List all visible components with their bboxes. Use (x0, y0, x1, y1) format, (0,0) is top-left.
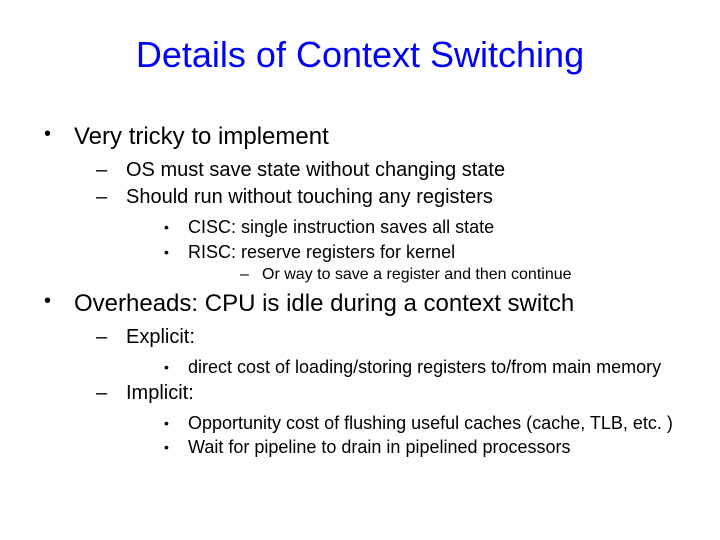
bullet-list: CISC: single instruction saves all state… (126, 216, 690, 285)
list-item: Should run without touching any register… (74, 185, 690, 285)
bullet-list: Or way to save a register and then conti… (188, 265, 690, 285)
bullet-text: Should run without touching any register… (126, 186, 493, 208)
list-item: direct cost of loading/storing registers… (126, 356, 690, 379)
list-item: Wait for pipeline to drain in pipelined … (126, 436, 690, 459)
bullet-text: CISC: single instruction saves all state (188, 217, 494, 237)
bullet-text: Overheads: CPU is idle during a context … (74, 290, 574, 317)
bullet-text: Implicit: (126, 382, 194, 404)
slide: Details of Context Switching Very tricky… (0, 0, 720, 540)
list-item: Or way to save a register and then conti… (188, 265, 690, 285)
bullet-text: Explicit: (126, 326, 195, 348)
bullet-list: Explicit: direct cost of loading/storing… (74, 325, 690, 459)
bullet-list: Opportunity cost of flushing useful cach… (126, 412, 690, 459)
bullet-text: direct cost of loading/storing registers… (188, 357, 661, 377)
list-item: CISC: single instruction saves all state (126, 216, 690, 239)
slide-title: Details of Context Switching (30, 0, 690, 86)
bullet-list: OS must save state without changing stat… (74, 158, 690, 285)
bullet-list: Very tricky to implement OS must save st… (30, 122, 690, 459)
list-item: RISC: reserve registers for kernel Or wa… (126, 241, 690, 286)
bullet-text: Opportunity cost of flushing useful cach… (188, 413, 673, 433)
bullet-text: RISC: reserve registers for kernel (188, 242, 455, 262)
list-item: Implicit: Opportunity cost of flushing u… (74, 381, 690, 459)
list-item: Opportunity cost of flushing useful cach… (126, 412, 690, 435)
bullet-text: OS must save state without changing stat… (126, 159, 505, 181)
list-item: Explicit: direct cost of loading/storing… (74, 325, 690, 379)
bullet-list: direct cost of loading/storing registers… (126, 356, 690, 379)
bullet-text: Wait for pipeline to drain in pipelined … (188, 437, 571, 457)
bullet-text: Or way to save a register and then conti… (262, 266, 572, 283)
list-item: Very tricky to implement OS must save st… (30, 122, 690, 285)
list-item: Overheads: CPU is idle during a context … (30, 289, 690, 459)
list-item: OS must save state without changing stat… (74, 158, 690, 183)
slide-body: Very tricky to implement OS must save st… (30, 86, 690, 459)
bullet-text: Very tricky to implement (74, 123, 329, 150)
